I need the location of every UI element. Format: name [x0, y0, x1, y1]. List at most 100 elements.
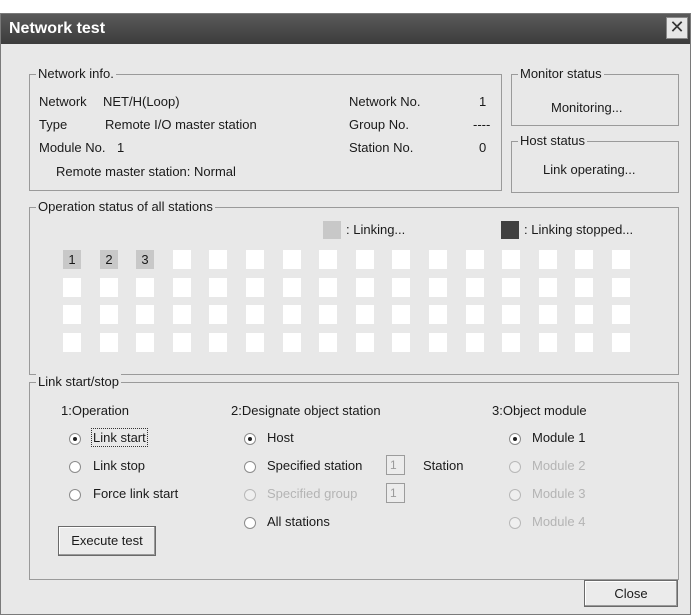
- network-value: NET/H(Loop): [103, 94, 180, 109]
- linking-legend-label: : Linking...: [346, 222, 406, 237]
- station-status-box: [173, 333, 191, 352]
- stopped-legend-swatch: [501, 221, 519, 239]
- specified-station-label[interactable]: Specified station: [267, 458, 362, 473]
- all-stations-radio[interactable]: [244, 517, 256, 529]
- station-status-box: [136, 333, 154, 352]
- station-status-box: [466, 278, 484, 297]
- module-4-label[interactable]: Module 4: [532, 514, 585, 529]
- network-test-dialog: Network test ✕ Network info. Network NET…: [0, 13, 691, 615]
- module-2-radio[interactable]: [509, 461, 521, 473]
- host-status-value: Link operating...: [543, 162, 636, 177]
- title-bar: Network test ✕: [1, 14, 690, 44]
- station-status-box: [246, 333, 264, 352]
- network-no-label: Network No.: [349, 94, 421, 109]
- station-status-box: [392, 305, 410, 324]
- station-status-box: [283, 278, 301, 297]
- force-link-start-label[interactable]: Force link start: [93, 486, 178, 501]
- module-1-label[interactable]: Module 1: [532, 430, 585, 445]
- station-status-box: [319, 278, 337, 297]
- monitor-status-value: Monitoring...: [551, 100, 623, 115]
- station-status-box: [575, 305, 593, 324]
- station-status-box: [319, 333, 337, 352]
- all-stations-label[interactable]: All stations: [267, 514, 330, 529]
- host-label[interactable]: Host: [267, 430, 294, 445]
- station-status-box: [173, 278, 191, 297]
- station-status-box: 2: [100, 250, 118, 269]
- link-stop-label[interactable]: Link stop: [93, 458, 145, 473]
- station-status-box: [356, 250, 374, 269]
- station-status-box: [173, 250, 191, 269]
- station-status-box: [63, 305, 81, 324]
- station-status-box: [392, 250, 410, 269]
- station-status-box: 1: [63, 250, 81, 269]
- station-status-box: [173, 305, 191, 324]
- specified-group-label[interactable]: Specified group: [267, 486, 357, 501]
- station-no-value: 0: [479, 140, 487, 155]
- station-status-box: 3: [136, 250, 154, 269]
- network-label: Network: [39, 94, 87, 109]
- station-status-box: [356, 333, 374, 352]
- station-status-box: [246, 305, 264, 324]
- station-status-box: [319, 305, 337, 324]
- force-link-start-radio[interactable]: [69, 489, 81, 501]
- module-value: 1: [117, 140, 125, 155]
- station-status-box: [612, 333, 630, 352]
- link-start-stop-caption: Link start/stop: [36, 374, 121, 389]
- station-status-box: [246, 278, 264, 297]
- execute-test-button[interactable]: Execute test: [58, 526, 156, 556]
- station-status-box: [612, 305, 630, 324]
- module-label: Module No.: [39, 140, 106, 155]
- station-number-input[interactable]: 1: [386, 455, 405, 475]
- specified-group-radio[interactable]: [244, 489, 256, 501]
- station-status-box: [612, 278, 630, 297]
- link-start-label[interactable]: Link start: [91, 428, 148, 447]
- module-1-radio[interactable]: [509, 433, 521, 445]
- station-no-label: Station No.: [349, 140, 414, 155]
- station-status-box: [100, 333, 118, 352]
- station-status-box: [392, 278, 410, 297]
- type-label: Type: [39, 117, 68, 132]
- module-2-label[interactable]: Module 2: [532, 458, 585, 473]
- group-number-input[interactable]: 1: [386, 483, 405, 503]
- station-status-box: [539, 278, 557, 297]
- close-button[interactable]: Close: [584, 580, 678, 607]
- station-status-box: [136, 305, 154, 324]
- module-3-label[interactable]: Module 3: [532, 486, 585, 501]
- specified-station-radio[interactable]: [244, 461, 256, 473]
- station-status-box: [502, 250, 520, 269]
- station-status-box: [575, 278, 593, 297]
- link-stop-radio[interactable]: [69, 461, 81, 473]
- station-status-box: [209, 305, 227, 324]
- station-status-box: [136, 278, 154, 297]
- station-status-box: [209, 278, 227, 297]
- module-3-radio[interactable]: [509, 489, 521, 501]
- link-start-radio[interactable]: [69, 433, 81, 445]
- station-status-box: [539, 333, 557, 352]
- network-info-caption: Network info.: [36, 66, 116, 81]
- station-status-box: [539, 250, 557, 269]
- station-status-box: [575, 250, 593, 269]
- station-status-caption: Operation status of all stations: [36, 199, 215, 214]
- monitor-status-caption: Monitor status: [518, 66, 604, 81]
- station-status-box: [502, 333, 520, 352]
- network-no-value: 1: [479, 94, 487, 109]
- dialog-title: Network test: [9, 20, 106, 37]
- close-icon[interactable]: ✕: [666, 17, 688, 39]
- station-status-box: [575, 333, 593, 352]
- remote-master-status: Remote master station: Normal: [56, 164, 236, 179]
- object-module-title: 3:Object module: [492, 403, 587, 418]
- station-status-box: [612, 250, 630, 269]
- station-status-box: [283, 333, 301, 352]
- station-status-box: [283, 250, 301, 269]
- linking-legend-swatch: [323, 221, 341, 239]
- host-radio[interactable]: [244, 433, 256, 445]
- module-4-radio[interactable]: [509, 517, 521, 529]
- station-status-box: [502, 278, 520, 297]
- station-status-box: [100, 278, 118, 297]
- station-status-box: [356, 278, 374, 297]
- station-status-box: [429, 250, 447, 269]
- station-status-box: [246, 250, 264, 269]
- station-status-box: [319, 250, 337, 269]
- station-status-box: [392, 333, 410, 352]
- station-status-box: [429, 305, 447, 324]
